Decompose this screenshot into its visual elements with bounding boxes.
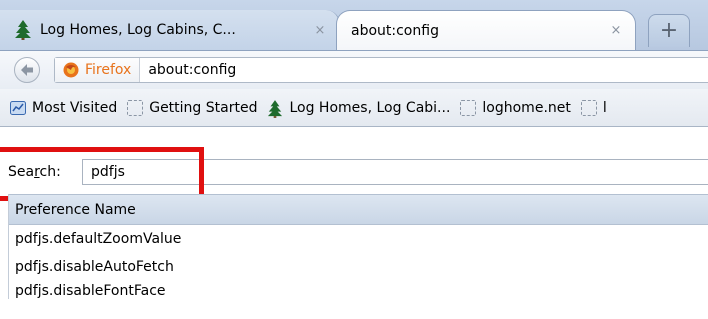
tree-icon xyxy=(267,99,283,118)
url-bar[interactable]: Firefox about:config xyxy=(54,57,708,83)
firefox-icon xyxy=(63,62,79,78)
tab-log-homes[interactable]: Log Homes, Log Cabins, C... × xyxy=(0,10,340,50)
page-icon xyxy=(460,99,477,116)
table-row[interactable]: pdfjs.disableFontFace xyxy=(9,281,708,299)
search-row: Search: xyxy=(0,157,708,187)
tab-strip: Log Homes, Log Cabins, C... × about:conf… xyxy=(0,0,708,50)
page-icon xyxy=(127,99,144,116)
most-visited-icon xyxy=(10,100,26,116)
tab-label: Log Homes, Log Cabins, C... xyxy=(40,22,236,38)
bookmark-most-visited[interactable]: Most Visited xyxy=(10,100,117,116)
search-input[interactable] xyxy=(82,159,708,185)
identity-label: Firefox xyxy=(85,62,132,78)
bookmark-loghome-net[interactable]: loghome.net xyxy=(460,99,571,116)
url-text[interactable]: about:config xyxy=(140,62,236,78)
page-icon xyxy=(580,99,597,116)
identity-box[interactable]: Firefox xyxy=(55,58,141,82)
table-row[interactable]: pdfjs.disableAutoFetch xyxy=(9,253,708,281)
tab-about-config[interactable]: about:config × xyxy=(336,10,636,50)
table-row[interactable]: pdfjs.defaultZoomValue xyxy=(9,225,708,253)
navigation-bar: Firefox about:config xyxy=(0,50,708,90)
bookmark-label: Log Homes, Log Cabi... xyxy=(289,99,451,116)
bookmark-truncated[interactable]: l xyxy=(580,99,607,116)
close-tab-icon[interactable]: × xyxy=(607,23,625,38)
bookmark-log-homes[interactable]: Log Homes, Log Cabi... xyxy=(267,99,451,118)
close-tab-icon[interactable]: × xyxy=(311,23,329,38)
back-button[interactable] xyxy=(14,57,40,83)
preferences-table: Preference Name pdfjs.defaultZoomValue p… xyxy=(8,194,708,299)
bookmark-label: Most Visited xyxy=(32,99,118,116)
bookmarks-toolbar: Most Visited Getting Started Log Homes, … xyxy=(0,89,708,127)
search-label: Search: xyxy=(8,164,61,180)
tree-icon xyxy=(14,20,32,40)
bookmark-label: l xyxy=(602,99,607,116)
new-tab-button[interactable]: + xyxy=(648,14,690,47)
column-header-preference-name[interactable]: Preference Name xyxy=(9,194,708,225)
bookmark-label: Getting Started xyxy=(149,99,258,116)
bookmark-label: loghome.net xyxy=(482,99,571,116)
back-arrow-icon xyxy=(21,64,33,76)
bookmark-getting-started[interactable]: Getting Started xyxy=(127,99,258,116)
browser-window: Log Homes, Log Cabins, C... × about:conf… xyxy=(0,0,708,319)
tab-label: about:config xyxy=(351,22,439,39)
